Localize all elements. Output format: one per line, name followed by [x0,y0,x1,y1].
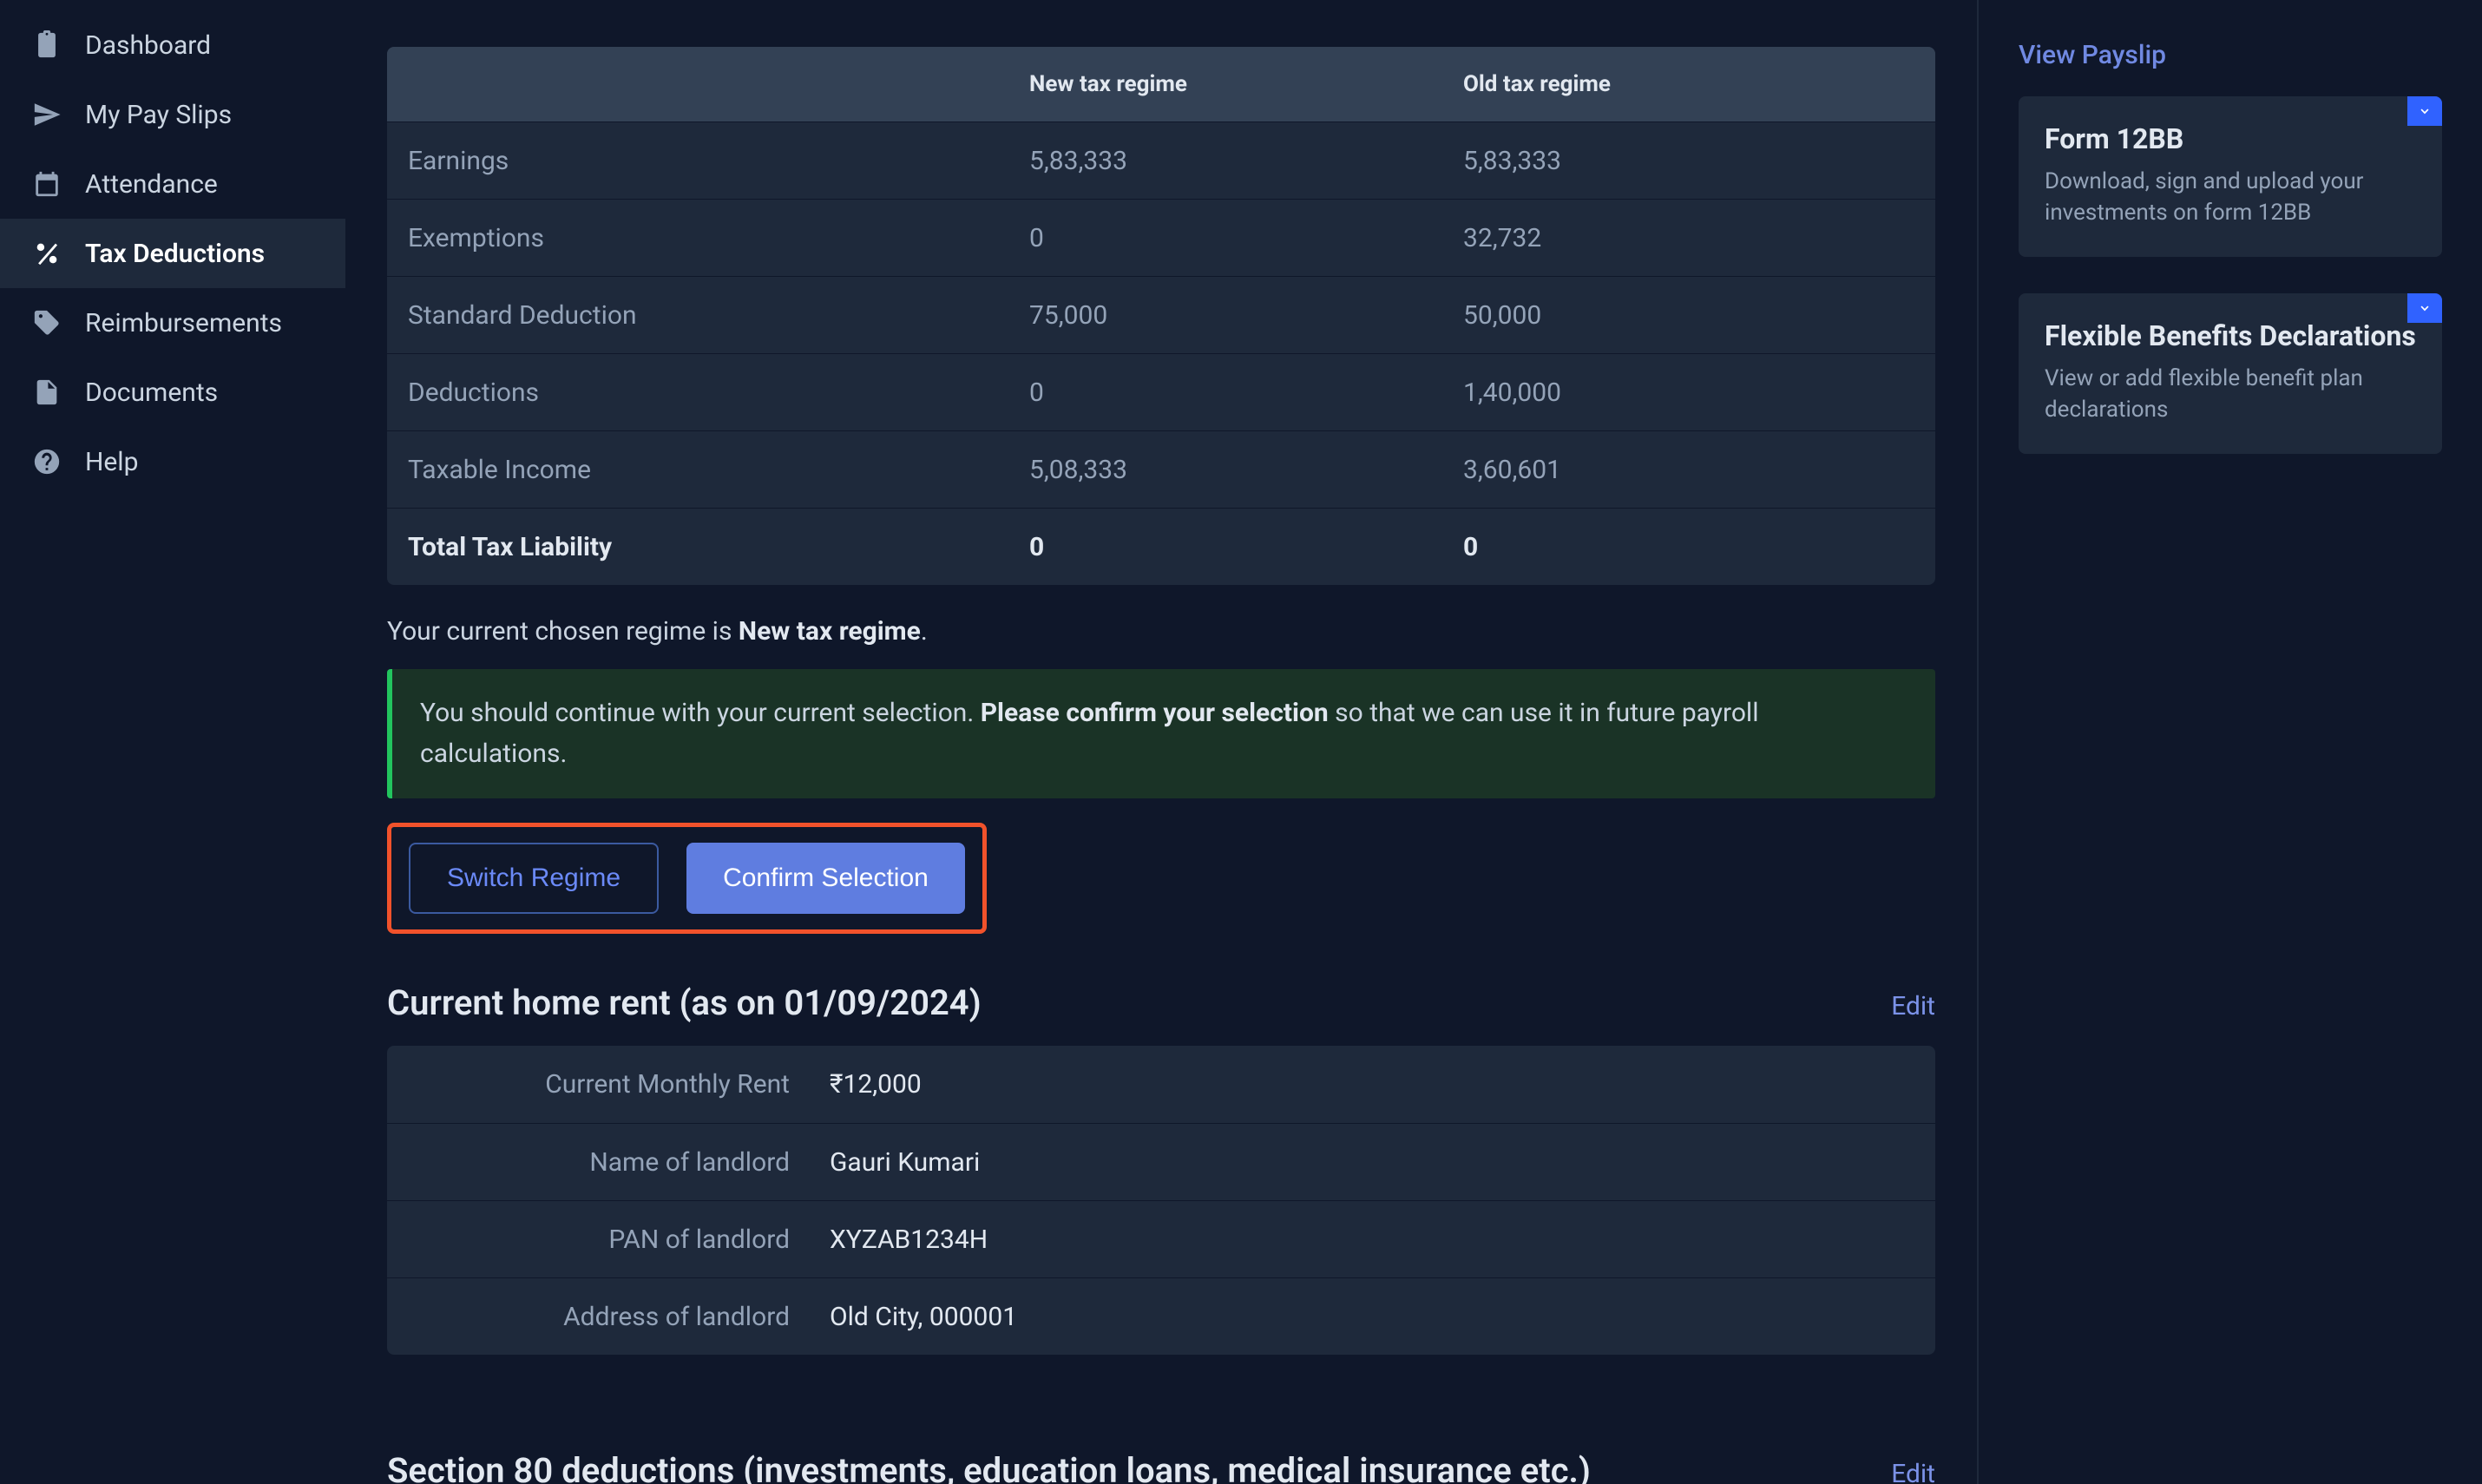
home-rent-title: Current home rent (as on 01/09/2024) [387,982,982,1023]
header-new-regime: New tax regime [1029,71,1463,97]
calendar-icon [31,168,62,200]
row-label: Deductions [387,378,1029,408]
sidebar-item-attendance[interactable]: Attendance [0,149,345,219]
section80-edit-link[interactable]: Edit [1891,1459,1935,1484]
card-desc: View or add flexible benefit plan declar… [2045,363,2416,426]
question-icon [31,446,62,477]
table-row: Exemptions 0 32,732 [387,199,1935,276]
row-old: 1,40,000 [1463,378,1935,408]
download-icon [2407,96,2442,126]
form-12bb-card[interactable]: Form 12BB Download, sign and upload your… [2019,96,2442,257]
table-header: New tax regime Old tax regime [387,47,1935,121]
row-new: 0 [1029,378,1463,408]
tax-regime-table: New tax regime Old tax regime Earnings 5… [387,47,1935,585]
row-label: Exemptions [387,223,1029,253]
sidebar-item-dashboard[interactable]: Dashboard [0,10,345,80]
row-new: 0 [1029,223,1463,253]
card-title: Flexible Benefits Declarations [2045,319,2416,352]
card-desc: Download, sign and upload your investmen… [2045,166,2416,229]
card-title: Form 12BB [2045,122,2416,155]
sidebar-item-label: Documents [85,378,218,408]
info-val: ₹12,000 [830,1069,922,1100]
confirm-alert: You should continue with your current se… [387,669,1935,798]
row-new: 5,83,333 [1029,146,1463,176]
sidebar-item-tax-deductions[interactable]: Tax Deductions [0,219,345,288]
table-row: Standard Deduction 75,000 50,000 [387,276,1935,353]
home-rent-section-head: Current home rent (as on 01/09/2024) Edi… [387,982,1935,1023]
header-old-regime: Old tax regime [1463,71,1935,97]
flexible-benefits-card[interactable]: Flexible Benefits Declarations View or a… [2019,293,2442,454]
right-panel: View Payslip Form 12BB Download, sign an… [1977,0,2480,1484]
tag-icon [31,307,62,338]
sidebar-item-label: Dashboard [85,30,211,61]
row-old: 32,732 [1463,223,1935,253]
sidebar-item-label: My Pay Slips [85,100,232,130]
switch-regime-button[interactable]: Switch Regime [409,843,659,914]
info-key: Address of landlord [387,1302,830,1332]
row-new: 5,08,333 [1029,455,1463,485]
confirm-selection-button[interactable]: Confirm Selection [686,843,965,914]
info-row: Name of landlord Gauri Kumari [387,1123,1935,1200]
info-val: Old City, 000001 [830,1302,1017,1332]
sidebar-item-reimbursements[interactable]: Reimbursements [0,288,345,358]
info-row: PAN of landlord XYZAB1234H [387,1200,1935,1277]
sidebar-item-payslips[interactable]: My Pay Slips [0,80,345,149]
home-rent-edit-link[interactable]: Edit [1891,991,1935,1021]
row-old: 0 [1463,532,1935,562]
info-row: Current Monthly Rent ₹12,000 [387,1046,1935,1123]
table-row: Taxable Income 5,08,333 3,60,601 [387,430,1935,508]
download-icon [2407,293,2442,323]
row-new: 75,000 [1029,300,1463,331]
regime-buttons-highlight: Switch Regime Confirm Selection [387,823,987,934]
info-key: PAN of landlord [387,1225,830,1255]
section80-head: Section 80 deductions (investments, educ… [387,1450,1935,1484]
row-label: Earnings [387,146,1029,176]
sidebar-item-help[interactable]: Help [0,427,345,496]
row-new: 0 [1029,532,1463,562]
row-old: 50,000 [1463,300,1935,331]
main-content: New tax regime Old tax regime Earnings 5… [345,0,1977,1484]
info-row: Address of landlord Old City, 000001 [387,1277,1935,1355]
info-val: Gauri Kumari [830,1147,980,1178]
row-label: Standard Deduction [387,300,1029,331]
table-row: Deductions 0 1,40,000 [387,353,1935,430]
document-icon [31,377,62,408]
regime-note: Your current chosen regime is New tax re… [387,616,1935,647]
sidebar-item-label: Reimbursements [85,308,282,338]
row-old: 3,60,601 [1463,455,1935,485]
home-rent-table: Current Monthly Rent ₹12,000 Name of lan… [387,1046,1935,1355]
row-old: 5,83,333 [1463,146,1935,176]
row-label: Taxable Income [387,455,1029,485]
info-key: Name of landlord [387,1147,830,1178]
table-row-total: Total Tax Liability 0 0 [387,508,1935,585]
row-label: Total Tax Liability [387,532,1029,562]
sidebar-item-documents[interactable]: Documents [0,358,345,427]
sidebar: Dashboard My Pay Slips Attendance Tax De… [0,0,345,1484]
sidebar-item-label: Tax Deductions [85,239,265,269]
table-row: Earnings 5,83,333 5,83,333 [387,121,1935,199]
info-val: XYZAB1234H [830,1225,988,1255]
view-payslip-link[interactable]: View Payslip [2019,40,2442,70]
sidebar-item-label: Help [85,447,138,477]
percent-icon [31,238,62,269]
paper-plane-icon [31,99,62,130]
sidebar-item-label: Attendance [85,169,218,200]
info-key: Current Monthly Rent [387,1069,830,1100]
clipboard-icon [31,30,62,61]
section80-title: Section 80 deductions (investments, educ… [387,1450,1591,1484]
